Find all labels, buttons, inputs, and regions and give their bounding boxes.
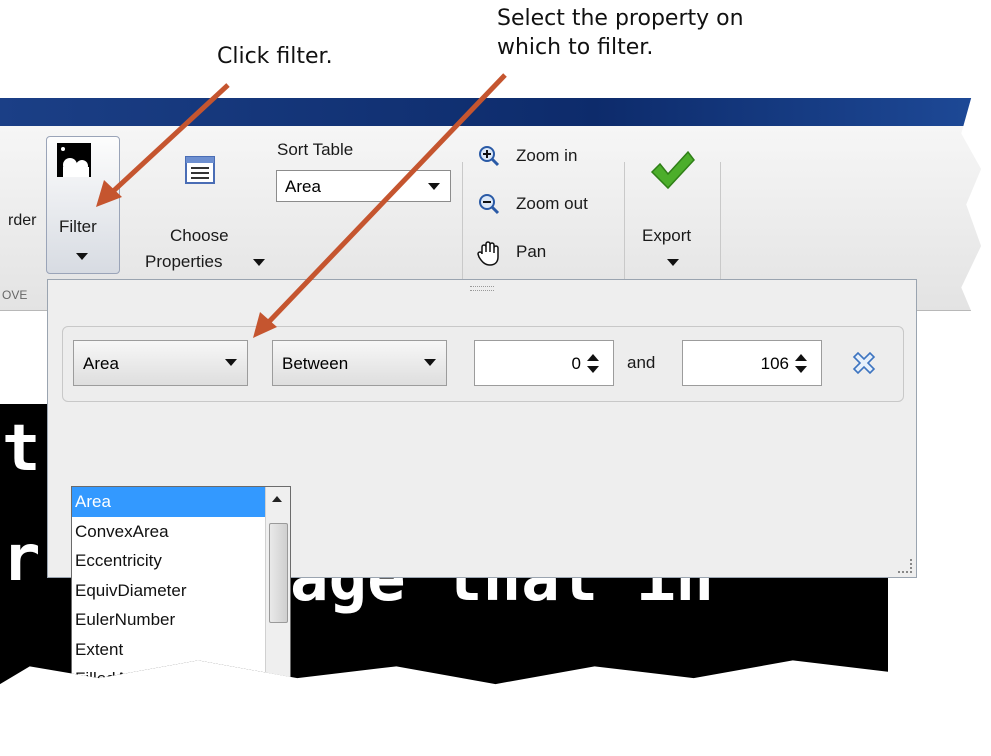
property-list-items: Area ConvexArea Eccentricity EquivDiameter E…	[72, 487, 290, 724]
max-value: 106	[760, 354, 789, 373]
zoom-in-icon	[479, 146, 500, 167]
and-label: and	[627, 353, 656, 372]
property-list-item[interactable]: Eccentricity	[72, 546, 290, 576]
min-value: 0	[571, 354, 581, 373]
choose-properties-label-line1: Choose	[170, 226, 229, 245]
sort-table-value: Area	[285, 177, 321, 196]
partial-ribbon-label: rder	[8, 212, 37, 229]
property-list-item[interactable]: Extent	[72, 635, 290, 665]
property-list-item[interactable]: MajorAxisLength	[72, 694, 290, 724]
zoom-out-icon	[479, 194, 500, 215]
min-decrement-icon[interactable]	[587, 366, 599, 373]
app-screenshot: rder OVE Filter Choose Properties Sort T…	[0, 98, 982, 685]
property-list-item[interactable]: FilledArea	[72, 664, 290, 684]
annotation-select-property-line1: Select the property on	[497, 6, 744, 31]
properties-list-icon	[185, 156, 215, 184]
image-text-line1: t	[2, 412, 41, 486]
max-increment-icon[interactable]	[795, 354, 807, 361]
filter-button-label: Filter	[59, 217, 97, 236]
export-dropdown-arrow-icon	[667, 259, 679, 266]
condition-dropdown[interactable]: Between	[272, 340, 447, 386]
ribbon-section-label: OVE	[2, 288, 28, 302]
export-button[interactable]: Export	[636, 136, 712, 272]
pan-hand-icon	[477, 241, 499, 266]
annotation-click-filter: Click filter.	[217, 44, 333, 69]
sort-dropdown-arrow-icon	[428, 183, 440, 190]
zoom-in-label: Zoom in	[516, 146, 578, 165]
resize-grip-icon[interactable]	[898, 559, 912, 573]
min-increment-icon[interactable]	[587, 354, 599, 361]
zoom-out-label: Zoom out	[516, 194, 588, 213]
filter-button[interactable]: Filter	[46, 136, 120, 274]
list-scrollbar[interactable]	[265, 487, 290, 747]
export-checkmark-icon	[650, 150, 695, 190]
pan-button[interactable]: Pan	[476, 240, 576, 270]
scroll-up-arrow-icon[interactable]	[272, 496, 282, 502]
sort-table-label: Sort Table	[277, 140, 354, 159]
filter-image-icon	[57, 143, 91, 177]
property-dropdown-list[interactable]: Area ConvexArea Eccentricity EquivDiameter E…	[71, 486, 291, 747]
pan-label: Pan	[516, 242, 547, 261]
image-text-line2: r	[2, 522, 41, 596]
property-dropdown-arrow-icon	[225, 359, 237, 366]
remove-filter-close-icon[interactable]	[850, 349, 878, 377]
export-label: Export	[642, 226, 692, 245]
min-value-spinner[interactable]: 0	[474, 340, 614, 386]
property-dropdown-value: Area	[83, 354, 119, 373]
filter-row: Area Between 0 and 106	[62, 326, 904, 402]
scrollbar-thumb[interactable]	[269, 523, 288, 623]
zoom-out-button[interactable]: Zoom out	[476, 192, 616, 222]
choose-properties-dropdown-arrow-icon	[253, 259, 265, 266]
max-value-spinner[interactable]: 106	[682, 340, 822, 386]
condition-dropdown-arrow-icon	[424, 359, 436, 366]
zoom-in-button[interactable]: Zoom in	[476, 144, 606, 174]
filter-dropdown-arrow-icon	[76, 253, 88, 260]
property-list-item[interactable]: EulerNumber	[72, 605, 290, 635]
scroll-down-arrow-icon[interactable]	[272, 741, 282, 747]
property-list-item[interactable]: EquivDiameter	[72, 576, 290, 606]
property-dropdown[interactable]: Area	[73, 340, 248, 386]
sort-table-dropdown[interactable]: Area	[276, 170, 451, 202]
choose-properties-button[interactable]: Choose Properties	[140, 136, 265, 272]
choose-properties-label-line2: Properties	[145, 252, 223, 271]
panel-grip-handle[interactable]	[470, 286, 494, 291]
max-decrement-icon[interactable]	[795, 366, 807, 373]
annotation-select-property-line2: which to filter.	[497, 35, 654, 60]
property-list-item[interactable]: Area	[72, 487, 290, 517]
property-list-item[interactable]: ConvexArea	[72, 517, 290, 547]
condition-dropdown-value: Between	[282, 354, 349, 373]
window-titlebar	[0, 98, 982, 126]
